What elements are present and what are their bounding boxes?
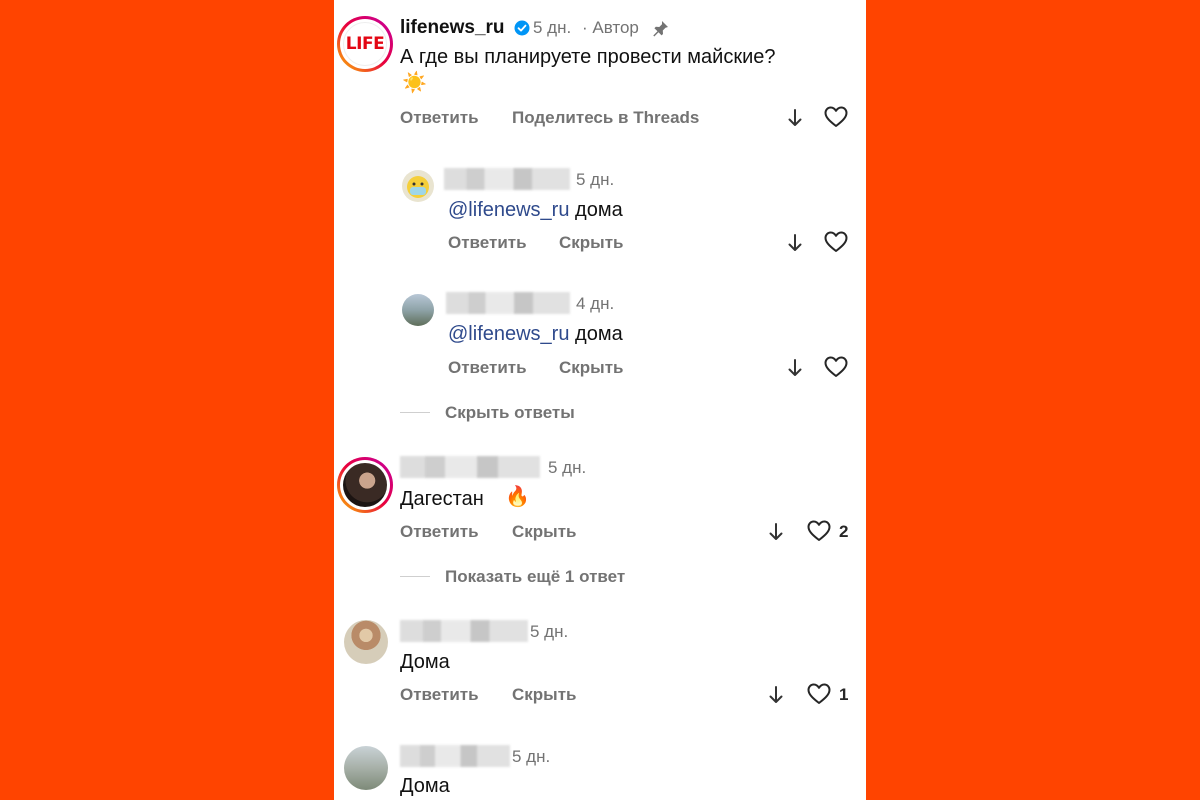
hide-replies-divider <box>400 412 430 413</box>
arrow-down-icon[interactable] <box>786 233 804 253</box>
comments-panel: LIFE lifenews_ru 5 дн. · Автор А где вы … <box>334 0 866 800</box>
comment-3-avatar[interactable] <box>344 746 388 790</box>
share-threads-button[interactable]: Поделитесь в Threads <box>512 108 699 128</box>
comment-1-username-blurred <box>400 456 540 478</box>
heart-icon[interactable] <box>824 356 848 378</box>
reply-1-avatar[interactable] <box>402 170 434 202</box>
author-label: · Автор <box>582 18 639 37</box>
verified-badge-icon <box>514 20 530 36</box>
reply-1-username-blurred <box>444 168 570 190</box>
arrow-down-icon[interactable] <box>767 685 785 705</box>
comment-2-avatar[interactable] <box>344 620 388 664</box>
reply-1-reply-button[interactable]: Ответить <box>448 233 527 253</box>
comment-1-avatar[interactable] <box>337 457 393 513</box>
comment-1-text: Дагестан <box>400 488 484 510</box>
reply-1-hide-button[interactable]: Скрыть <box>559 233 623 253</box>
main-comment-username[interactable]: lifenews_ru <box>400 17 505 39</box>
comment-2-username-blurred <box>400 620 528 642</box>
heart-icon[interactable] <box>824 231 848 253</box>
reply-2-reply-button[interactable]: Ответить <box>448 358 527 378</box>
fire-emoji: 🔥 <box>505 486 530 508</box>
reply-2-mention[interactable]: @lifenews_ru <box>448 323 569 345</box>
comment-3-time: 5 дн. <box>512 747 551 766</box>
heart-icon[interactable] <box>807 683 831 705</box>
comment-2-reply-button[interactable]: Ответить <box>400 685 479 705</box>
show-more-replies-button[interactable]: Показать ещё 1 ответ <box>445 567 625 587</box>
main-comment-text: А где вы планируете провести майские? <box>400 46 776 68</box>
life-logo: LIFE <box>345 34 385 54</box>
comment-3-username-blurred <box>400 745 510 767</box>
reply-2-time: 4 дн. <box>576 294 615 313</box>
sun-emoji: ☀️ <box>402 72 427 94</box>
comment-1-reply-button[interactable]: Ответить <box>400 522 479 542</box>
masked-face-icon <box>407 176 429 198</box>
arrow-down-icon[interactable] <box>767 522 785 542</box>
reply-2-text: @lifenews_ru дома <box>448 323 623 345</box>
reply-2-avatar[interactable] <box>402 294 434 326</box>
reply-2-hide-button[interactable]: Скрыть <box>559 358 623 378</box>
reply-1-text: @lifenews_ru дома <box>448 199 623 221</box>
comment-2-time: 5 дн. <box>530 622 569 641</box>
heart-icon[interactable] <box>807 520 831 542</box>
comment-3-text: Дома <box>400 775 450 797</box>
reply-1-mention[interactable]: @lifenews_ru <box>448 199 569 221</box>
pin-icon <box>653 21 668 37</box>
reply-button[interactable]: Ответить <box>400 108 479 128</box>
heart-icon[interactable] <box>824 106 848 128</box>
comment-2-like-count: 1 <box>839 685 849 704</box>
reply-2-username-blurred <box>446 292 570 314</box>
hide-replies-button[interactable]: Скрыть ответы <box>445 403 575 423</box>
comment-2-hide-button[interactable]: Скрыть <box>512 685 576 705</box>
comment-1-like-count: 2 <box>839 522 849 541</box>
main-comment-time: 5 дн. <box>533 18 572 37</box>
lifenews-avatar[interactable]: LIFE <box>337 16 393 72</box>
comment-2-text: Дома <box>400 651 450 673</box>
arrow-down-icon[interactable] <box>786 358 804 378</box>
comment-1-time: 5 дн. <box>548 458 587 477</box>
reply-1-time: 5 дн. <box>576 170 615 189</box>
comment-1-hide-button[interactable]: Скрыть <box>512 522 576 542</box>
arrow-down-icon[interactable] <box>786 108 804 128</box>
show-more-divider <box>400 576 430 577</box>
